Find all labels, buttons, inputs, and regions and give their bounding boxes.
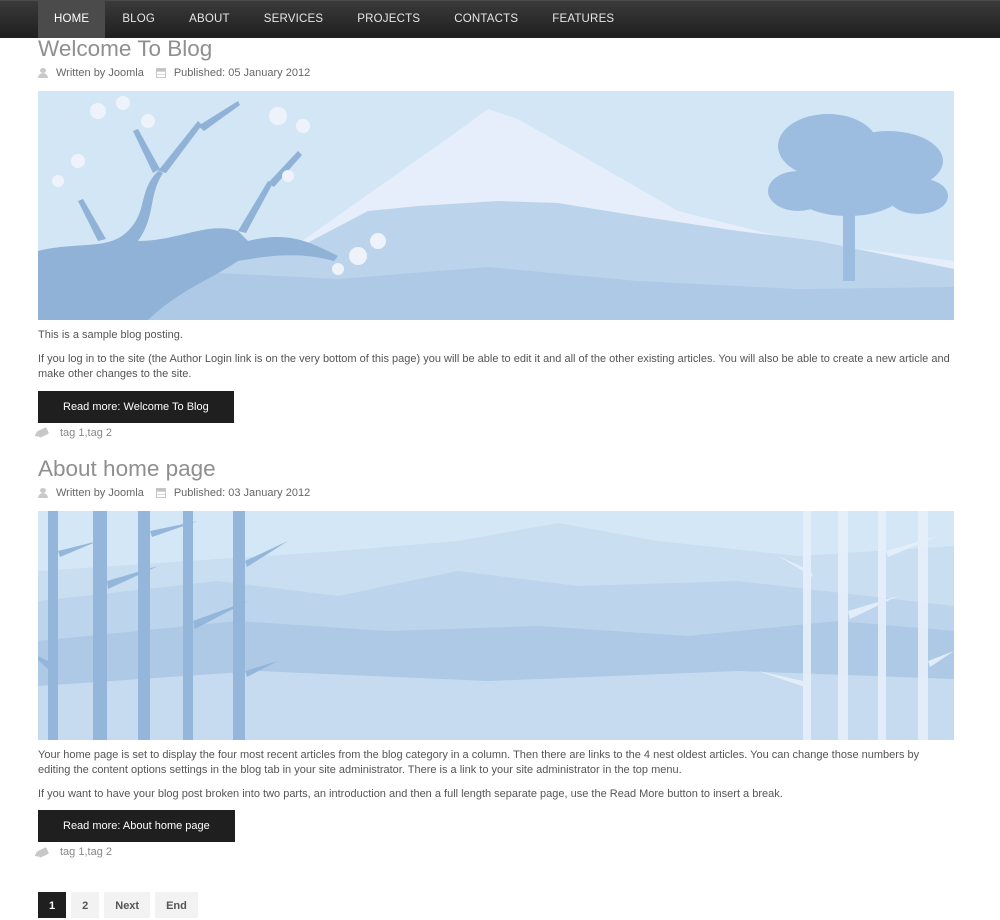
published-date: Published: 05 January 2012 [173, 67, 311, 79]
tag-icon [36, 846, 50, 858]
blog-article: About home page Written by Joomla Publis… [36, 456, 954, 863]
article-paragraph: If you log in to the site (the Author Lo… [38, 352, 950, 381]
article-tags: tag 1 , tag 2 [36, 842, 954, 862]
article-image-fuji-blossom [38, 91, 954, 320]
nav-item-about[interactable]: ABOUT [172, 1, 247, 38]
end-page-button[interactable]: End [155, 892, 198, 918]
article-title[interactable]: Welcome To Blog [38, 37, 954, 61]
nav-item-projects[interactable]: PROJECTS [340, 1, 437, 38]
author-info: Written by Joomla [38, 63, 144, 83]
published-date: Published: 03 January 2012 [173, 486, 311, 499]
next-page-button[interactable]: Next [104, 892, 151, 918]
calendar-icon [155, 68, 166, 78]
author-label: Written by Joomla [56, 67, 144, 79]
tag-link[interactable]: tag 1 [60, 423, 84, 443]
main-content: Welcome To Blog Written by Joomla Publis… [36, 37, 954, 863]
top-navigation-bar: HOME BLOG ABOUT SERVICES PROJECTS CONTAC… [0, 0, 1000, 38]
nav-item-services[interactable]: SERVICES [247, 1, 341, 38]
user-icon [38, 487, 48, 498]
article-meta: Written by Joomla Published: 05 January … [38, 63, 954, 83]
published-info: Published: 03 January 2012 [155, 483, 311, 503]
nav-item-home[interactable]: HOME [38, 1, 106, 38]
main-menu: HOME BLOG ABOUT SERVICES PROJECTS CONTAC… [38, 1, 631, 38]
pagination: 1 2 Next End [38, 892, 203, 918]
article-meta: Written by Joomla Published: 03 January … [38, 483, 954, 503]
page-2-button[interactable]: 2 [71, 892, 100, 918]
article-tags: tag 1 , tag 2 [36, 423, 954, 443]
nav-item-blog[interactable]: BLOG [105, 1, 172, 38]
article-image-bamboo-landscape [38, 510, 954, 740]
nav-item-features[interactable]: FEATURES [535, 1, 631, 38]
published-info: Published: 05 January 2012 [155, 63, 311, 83]
blog-article: Welcome To Blog Written by Joomla Publis… [36, 37, 954, 443]
user-icon [38, 68, 48, 78]
nav-item-contacts[interactable]: CONTACTS [437, 1, 535, 38]
author-info: Written by Joomla [38, 483, 144, 503]
tag-icon [36, 427, 50, 438]
tag-link[interactable]: tag 2 [88, 423, 112, 443]
author-label: Written by Joomla [56, 486, 144, 499]
page-1-button[interactable]: 1 [38, 892, 67, 918]
calendar-icon [155, 487, 166, 498]
tag-link[interactable]: tag 2 [88, 842, 112, 862]
read-more-button[interactable]: Read more: Welcome To Blog [38, 390, 234, 423]
article-paragraph: This is a sample blog posting. [38, 329, 183, 341]
read-more-button[interactable]: Read more: About home page [38, 810, 235, 842]
article-paragraph: If you want to have your blog post broke… [38, 787, 783, 800]
article-title[interactable]: About home page [38, 456, 954, 481]
article-paragraph: Your home page is set to display the fou… [38, 748, 920, 777]
tag-link[interactable]: tag 1 [60, 842, 84, 862]
